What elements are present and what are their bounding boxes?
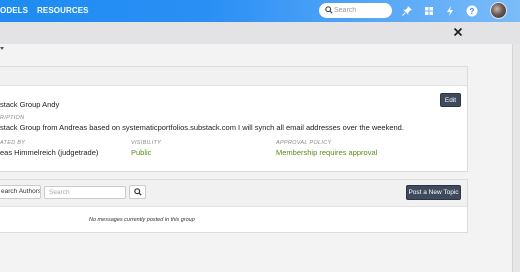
approval-policy-label: APPROVAL POLICY (276, 140, 332, 146)
post-new-topic-button[interactable]: Post a New Topic (406, 185, 461, 200)
visibility-value: Public (131, 148, 152, 157)
created-by-value: eas Himmelreich (judgetrade) (0, 148, 99, 157)
edit-button[interactable]: Edit (440, 93, 461, 107)
approval-policy-value: Membership requires approval (276, 148, 378, 157)
created-by-label: ATED BY (0, 140, 26, 146)
empty-messages-text: No messages currently posted in this gro… (89, 217, 195, 223)
chevron-down-icon[interactable] (0, 47, 5, 51)
topics-search-button[interactable] (129, 185, 146, 199)
svg-text:?: ? (470, 7, 475, 16)
scrollbar[interactable] (512, 44, 520, 272)
lightning-icon[interactable] (443, 4, 457, 18)
visibility-label: VISIBILITY (131, 140, 162, 146)
help-icon[interactable]: ? (465, 4, 479, 18)
nav-link-resources[interactable]: RESOURCES (37, 6, 89, 15)
user-avatar[interactable] (490, 2, 507, 19)
description-value: stack Group from Andreas based on system… (0, 123, 404, 132)
group-info-panel-header (0, 67, 467, 86)
top-nav-bar: ODELS RESOURCES ? (0, 0, 520, 22)
description-label: RIPTION (0, 115, 25, 121)
pin-icon[interactable] (400, 4, 414, 18)
search-authors-button[interactable]: earch Authors (0, 185, 41, 199)
global-search-input[interactable] (334, 4, 389, 17)
global-search[interactable] (319, 3, 392, 18)
close-icon[interactable] (453, 27, 463, 37)
group-name-value: stack Group Andy (0, 100, 60, 109)
grid-icon[interactable] (422, 4, 436, 18)
topics-search-input[interactable] (44, 186, 126, 199)
sub-header-bar (0, 22, 520, 44)
search-icon (325, 6, 333, 14)
search-icon (134, 188, 142, 196)
nav-link-models[interactable]: ODELS (0, 6, 28, 15)
